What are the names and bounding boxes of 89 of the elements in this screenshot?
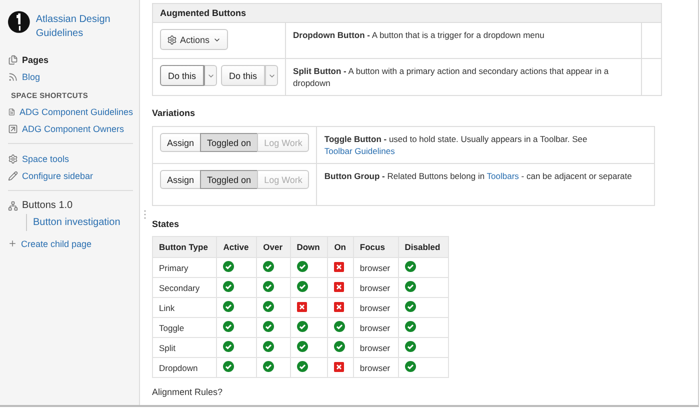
cross-icon <box>334 262 344 272</box>
column-header: Down <box>290 236 328 258</box>
document-icon <box>8 106 16 116</box>
description-text: Split Button - A button with a primary action and secondary actions that appear in a dropdown <box>293 65 610 89</box>
toggle-button[interactable]: Toggled on <box>200 170 258 189</box>
pages-icon <box>8 54 18 64</box>
check-icon <box>223 301 234 312</box>
logo-icon <box>8 8 30 36</box>
rss-icon <box>8 72 18 82</box>
description-text: Dropdown Button - A button that is a trigger for a dropdown menu <box>293 29 546 41</box>
check-icon <box>263 281 274 292</box>
description-text: Button Group - Related Buttons belong in Toolbars - can be adjacent or separate <box>324 170 633 182</box>
column-header: On <box>328 236 354 258</box>
tree-item[interactable]: Buttons 1.0 <box>22 200 73 211</box>
drag-handle-icon[interactable] <box>144 210 146 219</box>
table-cell: Dropdown <box>152 358 217 378</box>
toggle-button[interactable]: Assign <box>160 133 202 152</box>
check-icon <box>334 341 346 352</box>
check-icon <box>263 321 274 332</box>
check-icon <box>296 261 308 272</box>
toggle-button[interactable]: Toggled on <box>200 133 258 152</box>
column-header: Disabled <box>398 236 448 258</box>
check-icon <box>334 321 346 332</box>
sidebar-item[interactable]: ADG Component Owners <box>8 120 133 137</box>
split-caret-button[interactable] <box>204 65 218 86</box>
sidebar-item[interactable]: Space tools <box>8 150 133 167</box>
check-icon <box>223 261 234 272</box>
column-header: Over <box>256 236 290 258</box>
check-icon <box>223 321 234 332</box>
split-button[interactable]: Do this <box>160 65 204 86</box>
table-cell: Primary <box>152 258 217 278</box>
table-heading: Augmented Buttons <box>152 4 662 22</box>
check-icon <box>223 281 234 292</box>
check-icon <box>404 301 416 312</box>
check-icon <box>404 281 416 292</box>
column-header: Active <box>216 236 257 258</box>
table-cell: browser <box>353 258 398 278</box>
check-icon <box>263 301 274 312</box>
tree-item[interactable]: Button investigation <box>26 214 133 231</box>
link[interactable]: Toolbars <box>486 171 519 181</box>
check-icon <box>263 361 274 372</box>
check-icon <box>263 261 274 272</box>
sidebar-item[interactable]: Configure sidebar <box>8 167 133 184</box>
tree-icon <box>8 200 18 210</box>
check-icon <box>296 321 308 332</box>
check-icon <box>296 281 308 292</box>
section-heading: States <box>152 219 180 230</box>
sidebar-item[interactable]: Pages <box>8 51 133 68</box>
link[interactable]: Toolbar Guidelines <box>324 146 395 156</box>
cross-icon <box>334 282 344 292</box>
cross-icon <box>296 302 307 312</box>
check-icon <box>223 341 234 352</box>
table-cell: Link <box>152 298 217 318</box>
table-cell: browser <box>353 278 398 298</box>
table-cell: browser <box>353 298 398 318</box>
split-button[interactable]: Do this <box>221 65 266 86</box>
pencil-icon <box>8 170 18 180</box>
table-cell: Secondary <box>152 278 217 298</box>
column-header: Button Type <box>152 236 217 258</box>
check-icon <box>404 361 416 372</box>
table-cell: Toggle <box>152 318 217 338</box>
table-cell: browser <box>353 358 398 378</box>
gear-icon <box>8 154 18 164</box>
check-icon <box>263 341 274 352</box>
check-icon <box>296 361 308 372</box>
check-icon <box>404 261 416 272</box>
split-caret-button[interactable] <box>265 65 278 86</box>
check-icon <box>404 341 416 352</box>
cross-icon <box>334 362 344 372</box>
check-icon <box>223 361 234 372</box>
sidebar-item[interactable]: Blog <box>8 68 133 85</box>
table-cell: browser <box>353 338 398 358</box>
gear-icon <box>167 34 177 44</box>
description-text: Toggle Button - used to hold state. Usually appears in a Toolbar. See Toolbar Guidelines <box>324 133 588 157</box>
section-heading: Variations <box>152 108 196 119</box>
space-title[interactable]: Atlassian Design Guidelines <box>36 8 133 41</box>
create-child-link[interactable]: Create child page <box>8 235 133 252</box>
sidebar-item[interactable]: ADG Component Guidelines <box>8 103 133 120</box>
check-icon <box>404 321 416 332</box>
actions-dropdown-button[interactable]: Actions <box>160 29 228 50</box>
table-cell: Split <box>152 338 217 358</box>
column-header: Focus <box>353 236 398 258</box>
cross-icon <box>334 302 344 312</box>
toggle-button[interactable]: Assign <box>160 170 202 189</box>
section-heading: Alignment Rules? <box>152 387 224 398</box>
check-icon <box>296 341 308 352</box>
external-link-icon <box>8 124 18 134</box>
table-cell: browser <box>353 318 398 338</box>
plus-icon <box>8 239 17 248</box>
